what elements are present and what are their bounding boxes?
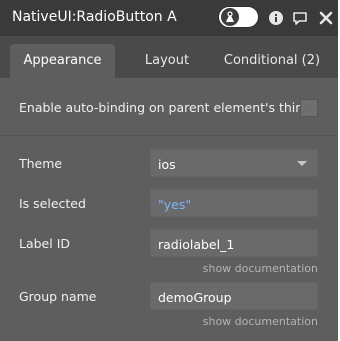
tab-appearance[interactable]: Appearance [10,44,115,78]
is-selected-label: Is selected [19,196,86,211]
autobind-checkbox[interactable] [300,99,318,117]
element-title: NativeUI:RadioButton A [12,9,177,25]
theme-value: ios [158,157,176,172]
tab-bar: Appearance Layout Conditional (2) [0,36,338,78]
toggle-knob [221,8,239,26]
label-id-show-documentation-link[interactable]: show documentation [203,262,318,275]
close-icon[interactable] [318,10,334,26]
theme-label: Theme [19,156,63,171]
info-icon[interactable] [268,10,284,26]
label-id-input[interactable]: radiolabel_1 [150,229,318,257]
tab-layout[interactable]: Layout [125,44,209,78]
theme-dropdown[interactable]: ios [150,149,318,177]
element-toggle-icon [226,11,234,22]
element-visibility-toggle[interactable] [218,6,259,28]
chevron-down-icon [297,161,307,166]
appearance-content: Enable auto-binding on parent element's … [0,78,338,341]
panel-header: NativeUI:RadioButton A [0,0,338,36]
group-name-label: Group name [19,289,97,304]
group-name-input[interactable]: demoGroup [150,282,318,310]
tab-conditional[interactable]: Conditional (2) [219,44,325,78]
property-editor-panel: NativeUI:RadioButton A Appearance Layout… [0,0,338,341]
comment-icon[interactable] [292,10,308,26]
group-name-show-documentation-link[interactable]: show documentation [203,315,318,328]
is-selected-input[interactable]: "yes" [150,189,318,217]
label-id-label: Label ID [19,236,71,251]
autobind-label: Enable auto-binding on parent element's … [19,100,312,115]
section-divider [0,135,338,136]
